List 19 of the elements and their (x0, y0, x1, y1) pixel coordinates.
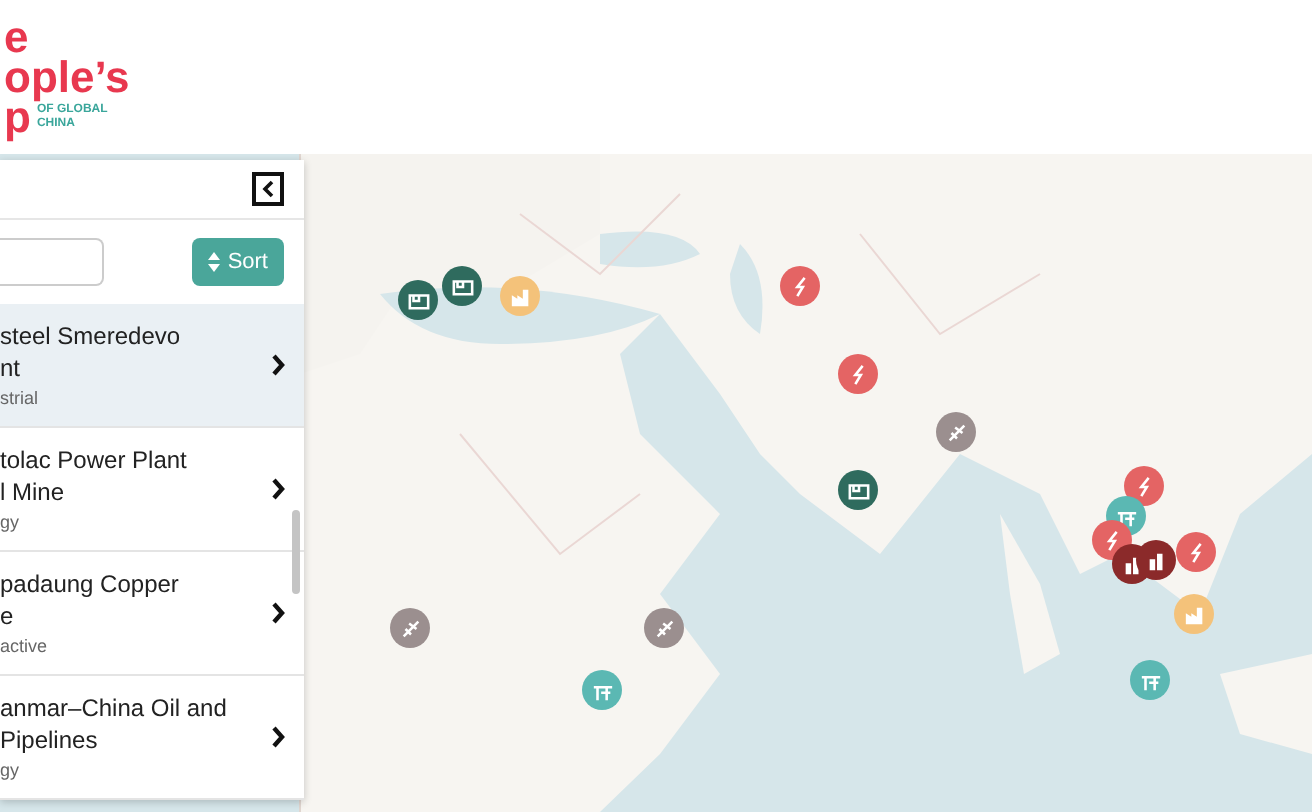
item-category: gy (0, 757, 22, 783)
list-item[interactable]: steel Smeredevo nt strial (0, 304, 304, 428)
item-title: steel Smeredevo (0, 319, 181, 351)
item-title: tolac Power Plant (0, 443, 187, 475)
logo-text: e (4, 17, 29, 57)
item-title: nt (0, 351, 23, 383)
list-item[interactable]: tolac Power Plant l Mine gy (0, 428, 304, 552)
item-category: gy (0, 509, 22, 535)
list-item[interactable]: padaung Copper e active (0, 552, 304, 676)
item-title: padaung Copper (0, 567, 179, 599)
logo-text: p (4, 97, 31, 137)
logo-text: ople’s (4, 57, 130, 97)
list-item[interactable]: anmar–China Oil and Pipelines gy (0, 676, 304, 800)
item-title: e (0, 599, 16, 631)
item-category: strial (0, 385, 41, 411)
item-title: l Mine (0, 475, 67, 507)
item-category: active (0, 633, 50, 659)
item-title: Pipelines (0, 723, 100, 755)
item-title: anmar–China Oil and (0, 691, 227, 723)
